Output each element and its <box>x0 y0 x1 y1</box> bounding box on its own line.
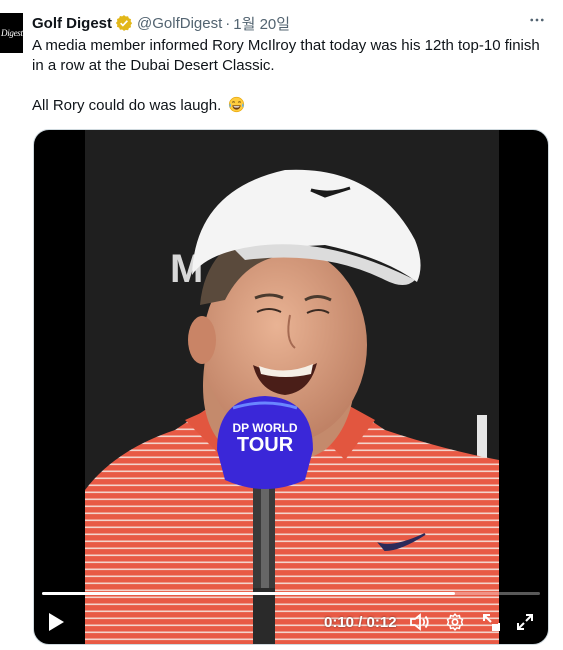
tweet-date[interactable]: 1월 20일 <box>233 13 290 34</box>
more-options-icon[interactable] <box>527 10 547 30</box>
video-frame[interactable]: M DP WORLD TOUR <box>85 130 499 644</box>
duration: 0:12 <box>366 614 397 631</box>
fullscreen-icon[interactable] <box>512 608 538 636</box>
mic-brand-line1: DP WORLD <box>232 421 297 435</box>
volume-icon[interactable] <box>407 608 433 636</box>
avatar-logo-text: Digest <box>1 28 23 38</box>
settings-gear-icon[interactable] <box>442 608 468 636</box>
video-time-display: 0:10 / 0:12 <box>324 614 397 631</box>
author-name[interactable]: Golf Digest <box>32 15 112 32</box>
tweet-text: A media member informed Rory McIlroy tha… <box>32 37 540 114</box>
current-time: 0:10 <box>324 614 355 631</box>
progress-fill <box>42 592 456 595</box>
author-avatar[interactable]: Digest <box>0 13 23 53</box>
play-icon[interactable] <box>44 608 68 636</box>
video-player[interactable]: M DP WORLD TOUR 0:10 / 0:12 <box>33 129 549 645</box>
tweet-body: A media member informed Rory McIlroy tha… <box>32 36 552 116</box>
tweet-header: Golf Digest @GolfDigest · 1월 20일 <box>32 10 553 36</box>
time-separator: / <box>354 614 367 631</box>
author-handle[interactable]: @GolfDigest <box>137 15 222 32</box>
laughing-tears-emoji-icon <box>228 96 245 113</box>
picture-in-picture-icon[interactable] <box>478 608 504 636</box>
progress-bar[interactable] <box>42 592 540 595</box>
video-still-illustration: M DP WORLD TOUR <box>85 130 499 644</box>
mic-brand-line2: TOUR <box>237 434 294 456</box>
separator-dot: · <box>225 14 231 32</box>
verified-badge-icon[interactable] <box>115 14 133 32</box>
